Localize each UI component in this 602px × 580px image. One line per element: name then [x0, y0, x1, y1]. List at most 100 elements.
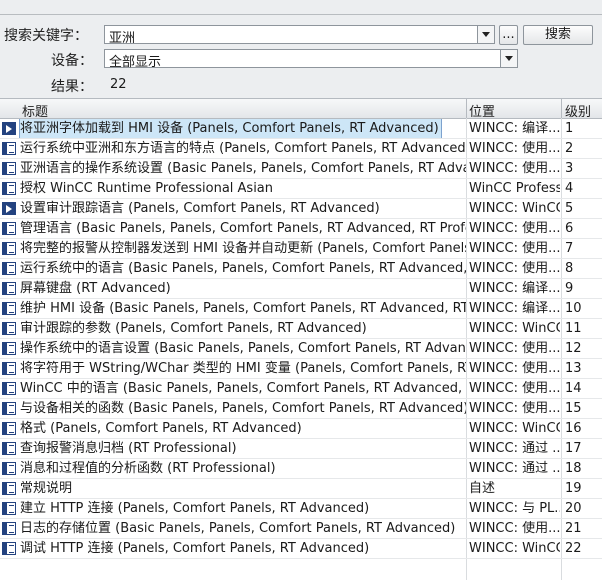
table-row[interactable]: 运行系统中的语言 (Basic Panels, Panels, Comfort … — [0, 259, 602, 279]
table-row[interactable]: 调试 HTTP 连接 (Panels, Comfort Panels, RT A… — [0, 539, 602, 559]
row-location[interactable]: WINCC: 通过 ... — [469, 459, 560, 478]
row-level[interactable]: 13 — [565, 359, 602, 378]
row-title-cell[interactable]: 查询报警消息归档 (RT Professional) — [0, 439, 466, 458]
row-location[interactable]: WINCC: 使用... — [469, 139, 560, 158]
row-location[interactable]: WINCC: 通过 ... — [469, 439, 560, 458]
row-level[interactable]: 22 — [565, 539, 602, 558]
row-level[interactable]: 19 — [565, 479, 602, 498]
row-title-cell[interactable]: 运行系统中亚洲和东方语言的特点 (Panels, Comfort Panels,… — [0, 139, 466, 158]
table-row[interactable]: 将亚洲字体加载到 HMI 设备 (Panels, Comfort Panels,… — [0, 119, 602, 139]
row-title: 将完整的报警从控制器发送到 HMI 设备并自动更新 (Panels, Comfo… — [20, 241, 466, 256]
row-location[interactable]: WINCC: 使用... — [469, 239, 560, 258]
row-title-cell[interactable]: 屏幕键盘 (RT Advanced) — [0, 279, 466, 298]
row-title-cell[interactable]: 消息和过程值的分析函数 (RT Professional) — [0, 459, 466, 478]
chevron-down-icon[interactable] — [477, 26, 494, 43]
chevron-down-icon[interactable] — [500, 50, 517, 67]
table-row[interactable]: 管理语言 (Basic Panels, Panels, Comfort Pane… — [0, 219, 602, 239]
row-level[interactable]: 14 — [565, 379, 602, 398]
row-title-cell[interactable]: 将完整的报警从控制器发送到 HMI 设备并自动更新 (Panels, Comfo… — [0, 239, 466, 258]
table-row[interactable]: 授权 WinCC Runtime Professional Asian WinCC… — [0, 179, 602, 199]
table-row[interactable]: 屏幕键盘 (RT Advanced) WINCC: 编译... 9 — [0, 279, 602, 299]
row-level[interactable]: 1 — [565, 119, 602, 138]
row-level[interactable]: 5 — [565, 199, 602, 218]
row-location[interactable]: WINCC: 使用... — [469, 159, 560, 178]
row-title-cell[interactable]: 操作系统中的语言设置 (Basic Panels, Panels, Comfor… — [0, 339, 466, 358]
row-title-cell[interactable]: 将亚洲字体加载到 HMI 设备 (Panels, Comfort Panels,… — [0, 119, 466, 138]
row-title-cell[interactable]: 建立 HTTP 连接 (Panels, Comfort Panels, RT A… — [0, 499, 466, 518]
row-title-cell[interactable]: 日志的存储位置 (Basic Panels, Panels, Comfort P… — [0, 519, 466, 538]
row-title-cell[interactable]: 维护 HMI 设备 (Basic Panels, Panels, Comfort… — [0, 299, 466, 318]
row-location[interactable]: 自述 — [469, 479, 560, 498]
row-level[interactable]: 18 — [565, 459, 602, 478]
column-header-title[interactable]: 标题 — [22, 101, 48, 120]
row-location[interactable]: WINCC: 编译... — [469, 279, 560, 298]
row-level[interactable]: 21 — [565, 519, 602, 538]
row-title-cell[interactable]: 授权 WinCC Runtime Professional Asian — [0, 179, 466, 198]
row-level[interactable]: 16 — [565, 419, 602, 438]
row-location[interactable]: WINCC: 使用... — [469, 259, 560, 278]
row-level[interactable]: 15 — [565, 399, 602, 418]
table-row[interactable]: 日志的存储位置 (Basic Panels, Panels, Comfort P… — [0, 519, 602, 539]
row-title-cell[interactable]: 常规说明 — [0, 479, 466, 498]
row-location[interactable]: WINCC: WinCC... — [469, 419, 560, 438]
row-level[interactable]: 4 — [565, 179, 602, 198]
row-location[interactable]: WINCC: 与 PL... — [469, 499, 560, 518]
row-location[interactable]: WINCC: 编译... — [469, 299, 560, 318]
table-row[interactable]: 常规说明 自述 19 — [0, 479, 602, 499]
row-level[interactable]: 7 — [565, 239, 602, 258]
table-row[interactable]: 设置审计跟踪语言 (Panels, Comfort Panels, RT Adv… — [0, 199, 602, 219]
table-row[interactable]: 审计跟踪的参数 (Panels, Comfort Panels, RT Adva… — [0, 319, 602, 339]
row-title-cell[interactable]: 与设备相关的函数 (Basic Panels, Panels, Comfort … — [0, 399, 466, 418]
row-location[interactable]: WINCC: 使用... — [469, 359, 560, 378]
row-level[interactable]: 12 — [565, 339, 602, 358]
row-location[interactable]: WINCC: 使用... — [469, 379, 560, 398]
row-level[interactable]: 8 — [565, 259, 602, 278]
row-location[interactable]: WINCC: 使用... — [469, 339, 560, 358]
row-title-cell[interactable]: 亚洲语言的操作系统设置 (Basic Panels, Panels, Comfo… — [0, 159, 466, 178]
column-header-location[interactable]: 位置 — [469, 101, 495, 120]
row-location[interactable]: WinCC Professi... — [469, 179, 560, 198]
table-row[interactable]: 与设备相关的函数 (Basic Panels, Panels, Comfort … — [0, 399, 602, 419]
row-title-cell[interactable]: 设置审计跟踪语言 (Panels, Comfort Panels, RT Adv… — [0, 199, 466, 218]
row-location[interactable]: WINCC: 使用... — [469, 219, 560, 238]
row-title-cell[interactable]: 运行系统中的语言 (Basic Panels, Panels, Comfort … — [0, 259, 466, 278]
search-button[interactable]: 搜索 — [523, 25, 593, 45]
row-location[interactable]: WINCC: 使用... — [469, 519, 560, 538]
row-level[interactable]: 3 — [565, 159, 602, 178]
row-location[interactable]: WINCC: 使用... — [469, 399, 560, 418]
table-row[interactable]: 亚洲语言的操作系统设置 (Basic Panels, Panels, Comfo… — [0, 159, 602, 179]
table-row[interactable]: 格式 (Panels, Comfort Panels, RT Advanced)… — [0, 419, 602, 439]
row-location[interactable]: WINCC: 编译... — [469, 119, 560, 138]
row-title-cell[interactable]: 调试 HTTP 连接 (Panels, Comfort Panels, RT A… — [0, 539, 466, 558]
search-keyword-combo[interactable]: 亚洲 — [104, 25, 495, 46]
column-divider[interactable] — [561, 99, 562, 118]
table-row[interactable]: 维护 HMI 设备 (Basic Panels, Panels, Comfort… — [0, 299, 602, 319]
table-row[interactable]: WinCC 中的语言 (Basic Panels, Panels, Comfor… — [0, 379, 602, 399]
table-row[interactable]: 消息和过程值的分析函数 (RT Professional) WINCC: 通过 .… — [0, 459, 602, 479]
row-level[interactable]: 2 — [565, 139, 602, 158]
row-level[interactable]: 11 — [565, 319, 602, 338]
column-divider[interactable] — [466, 99, 467, 118]
row-level[interactable]: 9 — [565, 279, 602, 298]
table-row[interactable]: 运行系统中亚洲和东方语言的特点 (Panels, Comfort Panels,… — [0, 139, 602, 159]
table-row[interactable]: 查询报警消息归档 (RT Professional) WINCC: 通过 ... 1… — [0, 439, 602, 459]
row-level[interactable]: 17 — [565, 439, 602, 458]
table-row[interactable]: 操作系统中的语言设置 (Basic Panels, Panels, Comfor… — [0, 339, 602, 359]
row-title-cell[interactable]: 审计跟踪的参数 (Panels, Comfort Panels, RT Adva… — [0, 319, 466, 338]
table-row[interactable]: 将完整的报警从控制器发送到 HMI 设备并自动更新 (Panels, Comfo… — [0, 239, 602, 259]
row-level[interactable]: 10 — [565, 299, 602, 318]
device-combo[interactable]: 全部显示 — [104, 49, 518, 70]
row-title-cell[interactable]: 将字符用于 WString/WChar 类型的 HMI 变量 (Panels, … — [0, 359, 466, 378]
column-header-level[interactable]: 级别 — [565, 101, 591, 120]
browse-button[interactable]: ... — [499, 25, 518, 45]
row-location[interactable]: WINCC: WinCC... — [469, 539, 560, 558]
row-title-cell[interactable]: 格式 (Panels, Comfort Panels, RT Advanced) — [0, 419, 466, 438]
row-level[interactable]: 6 — [565, 219, 602, 238]
row-location[interactable]: WINCC: WinCC... — [469, 319, 560, 338]
row-level[interactable]: 20 — [565, 499, 602, 518]
row-title-cell[interactable]: WinCC 中的语言 (Basic Panels, Panels, Comfor… — [0, 379, 466, 398]
row-title-cell[interactable]: 管理语言 (Basic Panels, Panels, Comfort Pane… — [0, 219, 466, 238]
table-row[interactable]: 建立 HTTP 连接 (Panels, Comfort Panels, RT A… — [0, 499, 602, 519]
table-row[interactable]: 将字符用于 WString/WChar 类型的 HMI 变量 (Panels, … — [0, 359, 602, 379]
row-location[interactable]: WINCC: WinCC... — [469, 199, 560, 218]
